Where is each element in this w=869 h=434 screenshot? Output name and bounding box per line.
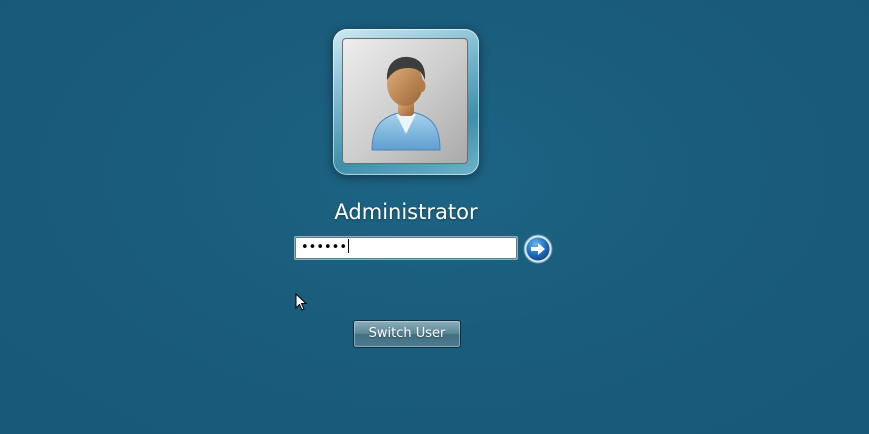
user-tile — [333, 29, 479, 175]
switch-user-button[interactable]: Switch User — [353, 320, 461, 348]
mouse-pointer-icon — [295, 292, 309, 313]
text-caret — [348, 239, 350, 253]
password-field[interactable]: •••••• — [294, 236, 518, 260]
arrow-right-icon — [523, 234, 553, 264]
password-value: •••••• — [301, 240, 348, 255]
submit-button[interactable] — [523, 234, 553, 264]
user-avatar-icon — [342, 38, 468, 164]
logon-screen: Administrator •••••• Switch User — [0, 0, 869, 434]
username-label: Administrator — [334, 200, 478, 224]
